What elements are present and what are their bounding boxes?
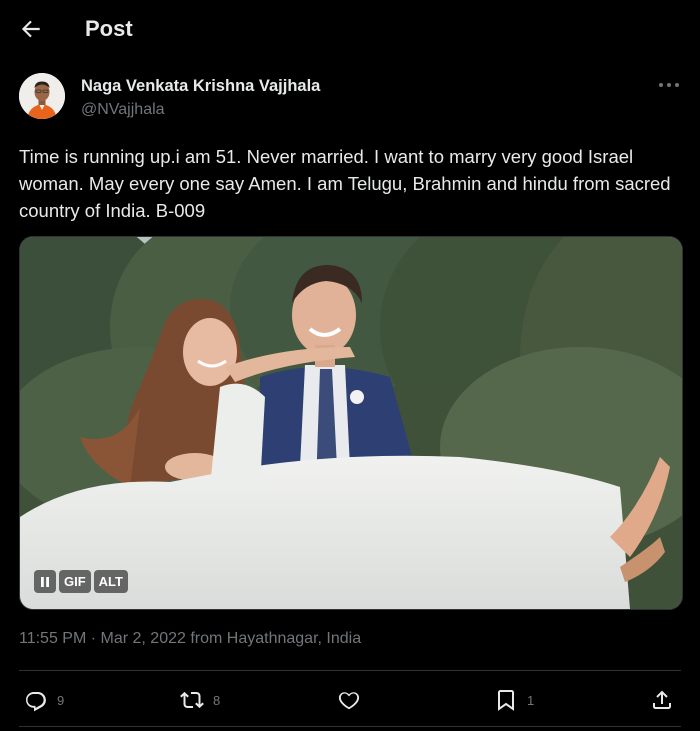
gif-image xyxy=(20,237,682,609)
repost-count: 8 xyxy=(213,692,221,708)
pause-icon xyxy=(41,576,49,587)
reply-button[interactable]: 9 xyxy=(24,683,64,717)
author-handle[interactable]: @NVajjhala xyxy=(81,101,165,119)
repost-button[interactable]: 8 xyxy=(180,683,220,717)
more-icon xyxy=(659,83,679,87)
back-arrow-icon xyxy=(21,20,40,38)
action-bar: 9 8 1 xyxy=(0,683,700,717)
back-button[interactable] xyxy=(18,16,44,42)
post-text: Time is running up.i am 51. Never marrie… xyxy=(19,146,671,221)
bookmark-icon xyxy=(498,690,514,711)
like-icon xyxy=(338,692,360,710)
gif-badge: GIF xyxy=(59,570,91,593)
divider xyxy=(19,670,681,671)
reply-icon xyxy=(26,692,46,712)
bookmark-button[interactable]: 1 xyxy=(494,683,534,717)
top-bar: Post xyxy=(0,0,700,60)
alt-badge[interactable]: ALT xyxy=(93,570,128,593)
share-icon xyxy=(653,690,671,709)
like-button[interactable] xyxy=(337,683,370,717)
post-timestamp[interactable]: 11:55 PM · Mar 2, 2022 from Hayathnagar,… xyxy=(19,630,361,648)
pause-button[interactable] xyxy=(34,570,56,593)
author-name[interactable]: Naga Venkata Krishna Vajjhala xyxy=(81,77,320,96)
share-button[interactable] xyxy=(650,683,674,717)
avatar[interactable] xyxy=(19,73,65,119)
post-media-gif[interactable]: GIF ALT xyxy=(19,236,683,610)
bookmark-count: 1 xyxy=(527,692,535,708)
more-options-button[interactable] xyxy=(656,76,682,94)
divider-bottom xyxy=(19,726,681,727)
page-title: Post xyxy=(85,16,133,41)
repost-icon xyxy=(180,691,204,709)
reply-count: 9 xyxy=(57,692,65,708)
